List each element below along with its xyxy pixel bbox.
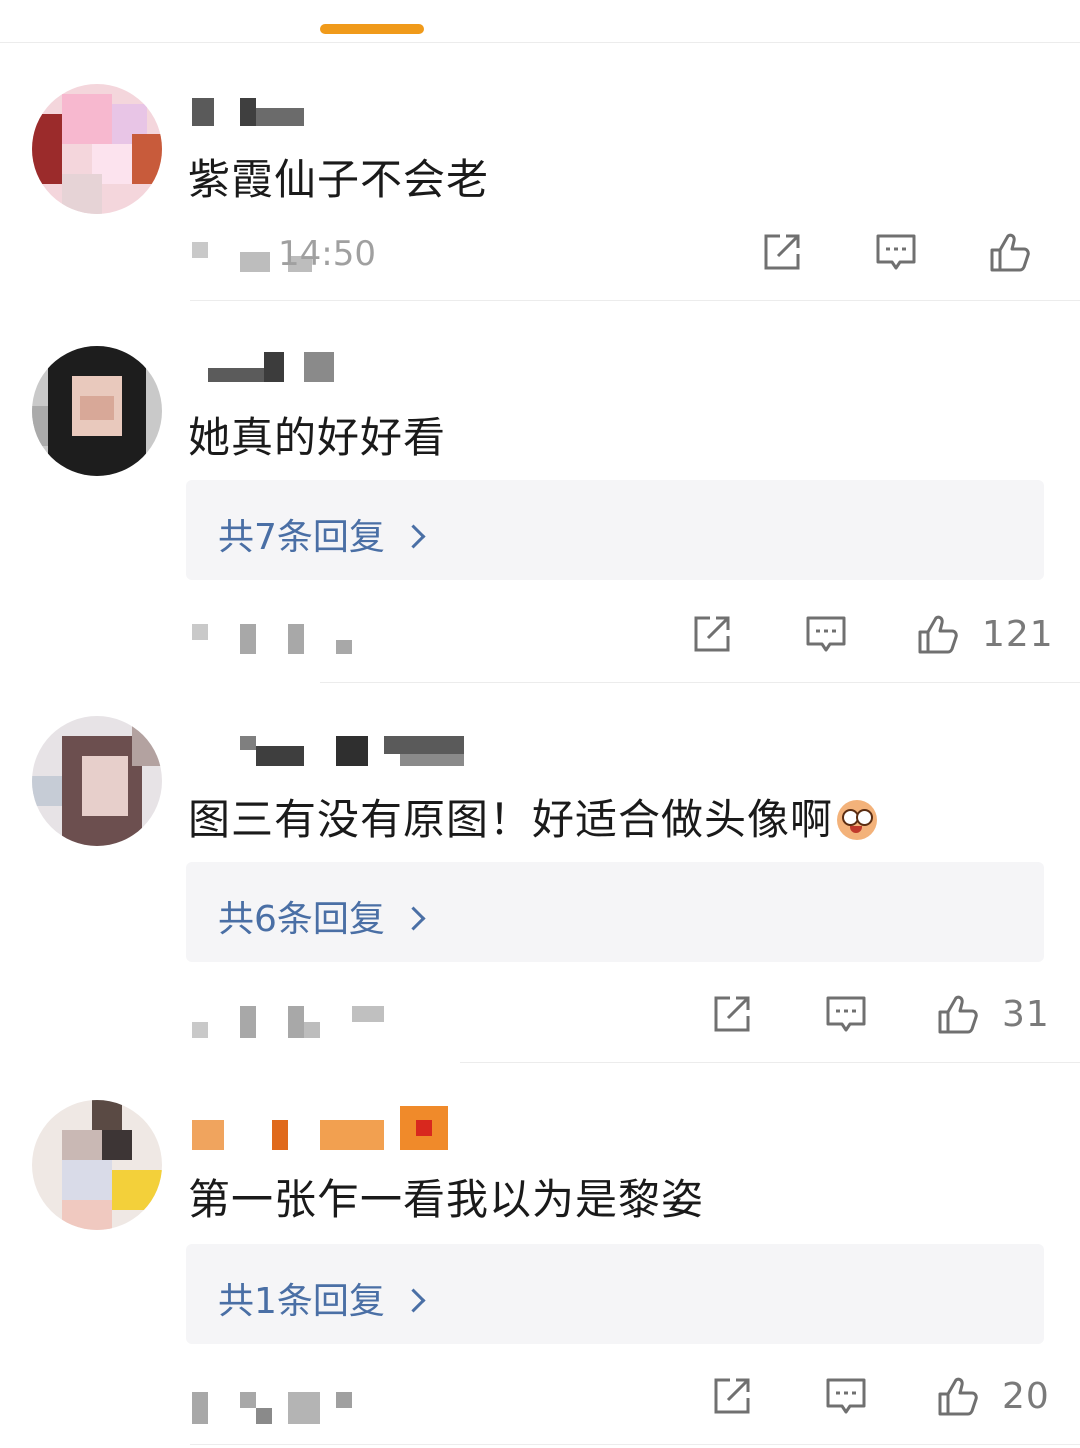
username-redacted[interactable] <box>192 352 492 384</box>
comment-text: 紫霞仙子不会老 <box>188 155 490 204</box>
share-icon[interactable] <box>760 230 804 274</box>
comment-text: 图三有没有原图！好适合做头像啊 <box>188 786 878 847</box>
chevron-right-icon <box>401 906 426 931</box>
avatar[interactable] <box>32 346 162 476</box>
share-icon[interactable] <box>690 612 734 656</box>
view-replies-link[interactable]: 共6条回复 <box>218 890 426 942</box>
divider <box>460 1062 1080 1063</box>
avatar[interactable] <box>32 1100 162 1230</box>
comment-text: 她真的好好看 <box>188 413 447 462</box>
tab-indicator <box>320 24 424 34</box>
comment-actions <box>760 230 1060 280</box>
comment-meta <box>192 1002 492 1042</box>
like-count: 31 <box>1002 994 1050 1035</box>
thumbs-up-icon[interactable] <box>916 612 960 656</box>
avatar[interactable] <box>32 84 162 214</box>
divider <box>190 1444 1080 1445</box>
comment-meta: 14:50 <box>192 234 492 278</box>
chevron-right-icon <box>401 1288 426 1313</box>
comment-actions: 121 <box>690 612 1060 662</box>
thumbs-up-icon[interactable] <box>988 230 1032 274</box>
reply-summary[interactable]: 共6条回复 <box>186 862 1044 962</box>
share-icon[interactable] <box>710 992 754 1036</box>
avatar[interactable] <box>32 716 162 846</box>
comment-text-body: 图三有没有原图！好适合做头像啊 <box>188 795 834 844</box>
comment-actions: 20 <box>710 1374 1060 1424</box>
comment-actions: 31 <box>710 992 1060 1042</box>
comment-icon[interactable] <box>824 1374 868 1418</box>
username-redacted[interactable] <box>192 736 492 768</box>
like-count: 121 <box>982 614 1054 655</box>
comment-icon[interactable] <box>874 230 918 274</box>
reply-summary[interactable]: 共7条回复 <box>186 480 1044 580</box>
username-redacted[interactable] <box>192 1106 492 1150</box>
view-replies-link[interactable]: 共1条回复 <box>218 1272 426 1324</box>
comment-icon[interactable] <box>824 992 868 1036</box>
share-icon[interactable] <box>710 1374 754 1418</box>
face-emoji-icon <box>837 800 878 840</box>
comment-meta <box>192 1388 492 1428</box>
divider <box>320 682 1080 683</box>
comment-time: 14:50 <box>278 234 376 274</box>
reply-summary[interactable]: 共1条回复 <box>186 1244 1044 1344</box>
chevron-right-icon <box>401 524 426 549</box>
comment-icon[interactable] <box>804 612 848 656</box>
username-redacted[interactable] <box>192 98 492 130</box>
like-count: 20 <box>1002 1376 1050 1417</box>
comment-text: 第一张乍一看我以为是黎姿 <box>188 1175 705 1224</box>
divider <box>190 300 1080 301</box>
comment-meta <box>192 620 492 660</box>
view-replies-link[interactable]: 共7条回复 <box>218 508 426 560</box>
divider <box>0 42 1080 43</box>
thumbs-up-icon[interactable] <box>936 1374 980 1418</box>
thumbs-up-icon[interactable] <box>936 992 980 1036</box>
